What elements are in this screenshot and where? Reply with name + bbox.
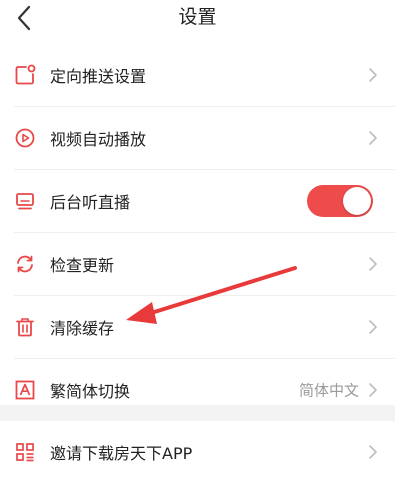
chevron-right-icon	[369, 131, 377, 145]
settings-item-clear-cache[interactable]: 清除缓存	[0, 296, 395, 358]
settings-item-push[interactable]: 定向推送设置	[0, 44, 395, 106]
chevron-right-icon	[369, 445, 377, 459]
settings-item-label: 清除缓存	[50, 319, 115, 338]
trash-icon	[14, 316, 36, 338]
qr-code-icon	[14, 441, 36, 463]
refresh-icon	[14, 253, 36, 275]
settings-item-label: 视频自动播放	[50, 130, 147, 149]
chevron-right-icon	[369, 320, 377, 334]
settings-item-invite-download[interactable]: 邀请下载房天下APP	[0, 421, 395, 483]
settings-item-label: 定向推送设置	[50, 67, 147, 86]
monitor-icon	[14, 190, 36, 212]
settings-item-label: 繁简体切换	[50, 382, 131, 401]
settings-item-label: 检查更新	[50, 256, 115, 275]
push-notification-icon	[14, 64, 36, 86]
background-live-toggle[interactable]	[307, 185, 373, 217]
chevron-right-icon	[369, 257, 377, 271]
page-title: 设置	[178, 6, 217, 28]
chevron-right-icon	[369, 68, 377, 82]
settings-item-background-live: 后台听直播	[0, 170, 395, 232]
settings-item-video-autoplay[interactable]: 视频自动播放	[0, 107, 395, 169]
settings-item-label: 后台听直播	[50, 193, 131, 212]
chevron-right-icon	[369, 383, 377, 397]
settings-item-label: 邀请下载房天下APP	[50, 444, 193, 463]
language-value: 简体中文	[298, 381, 359, 400]
section-gap	[0, 405, 395, 421]
settings-item-check-update[interactable]: 检查更新	[0, 233, 395, 295]
nav-bar: 设置	[0, 0, 395, 44]
toggle-knob	[343, 187, 371, 215]
play-circle-icon	[14, 127, 36, 149]
letter-a-icon	[14, 379, 36, 401]
